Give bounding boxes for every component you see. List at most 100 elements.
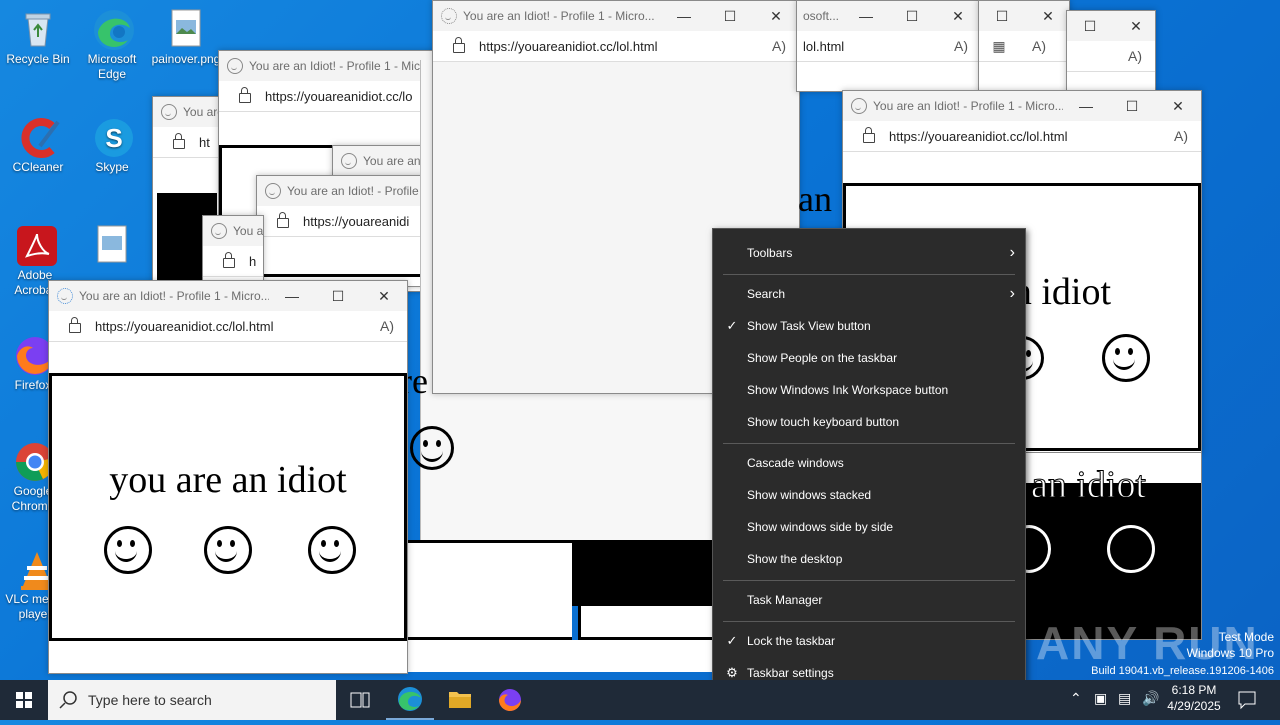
- extensions-icon[interactable]: ▦: [979, 38, 1019, 55]
- network-icon[interactable]: ▤: [1118, 690, 1131, 707]
- read-aloud-icon[interactable]: A): [1115, 48, 1155, 64]
- desktop-icon-label: Microsoft Edge: [87, 52, 137, 81]
- maximize-button[interactable]: ☐: [1067, 18, 1113, 35]
- maximize-button[interactable]: ☐: [889, 8, 935, 25]
- address-bar[interactable]: ▦ A): [979, 31, 1069, 62]
- browser-window-main[interactable]: You are an Idiot! - Profile 1 - Micro...…: [48, 280, 408, 674]
- notification-center-button[interactable]: [1236, 688, 1258, 710]
- menu-item-stacked[interactable]: Show windows stacked: [713, 480, 1025, 510]
- read-aloud-icon[interactable]: A): [941, 38, 981, 54]
- maximize-button[interactable]: ☐: [979, 8, 1025, 25]
- taskbar-firefox[interactable]: [486, 680, 534, 720]
- window-titlebar[interactable]: You are an Idiot! - Profile 1 - Micro...…: [49, 281, 407, 311]
- menu-item-toolbars[interactable]: Toolbars ›: [713, 238, 1025, 268]
- show-hidden-icons-button[interactable]: ⌃: [1070, 690, 1082, 707]
- browser-window-bg-4[interactable]: You are an Idiot! - Profile 1 - Micro...…: [256, 175, 438, 287]
- volume-icon[interactable]: 🔊: [1142, 690, 1159, 707]
- desktop-icon-skype[interactable]: S Skype: [74, 116, 150, 175]
- page-text-fragment: an: [798, 179, 832, 219]
- minimize-button[interactable]: —: [661, 8, 707, 24]
- address-bar[interactable]: lol.html A): [797, 31, 981, 62]
- window-titlebar[interactable]: You are an Id: [333, 146, 433, 176]
- close-button[interactable]: ✕: [1113, 18, 1155, 35]
- recycle-bin-icon: [18, 8, 58, 48]
- browser-window-bg-7[interactable]: ☐ ✕ ▦ A): [978, 0, 1070, 92]
- clock[interactable]: 6:18 PM 4/29/2025: [1164, 683, 1224, 713]
- task-view-icon: [350, 692, 370, 708]
- desktop-icon-recycle-bin[interactable]: Recycle Bin: [0, 8, 76, 67]
- menu-item-search[interactable]: Search ›: [713, 279, 1025, 309]
- maximize-button[interactable]: ☐: [315, 288, 361, 305]
- menu-item-label: Search: [747, 287, 786, 301]
- browser-window-bg-6[interactable]: osoft... — ☐ ✕ lol.html A): [796, 0, 982, 92]
- minimize-button[interactable]: —: [843, 8, 889, 24]
- desktop-icon-painover[interactable]: painover.png: [148, 8, 224, 67]
- start-button[interactable]: [0, 680, 48, 720]
- read-aloud-icon[interactable]: A): [367, 318, 407, 334]
- address-bar[interactable]: https://youareanidi: [257, 206, 437, 237]
- address-bar[interactable]: A): [1067, 41, 1155, 72]
- page-frame-bottom-2: [578, 606, 718, 640]
- read-aloud-icon[interactable]: A): [1019, 38, 1059, 54]
- window-titlebar[interactable]: ☐ ✕: [979, 1, 1069, 31]
- address-bar[interactable]: https://youareanidiot.cc/lol.html A): [843, 121, 1201, 152]
- loading-tab-icon: [57, 288, 73, 304]
- close-button[interactable]: ✕: [1155, 98, 1201, 115]
- window-titlebar[interactable]: You are an Idiot! - Profile 1 - Micro...…: [433, 1, 799, 31]
- smiley-tab-icon: [265, 183, 281, 199]
- desktop-icon-label: CCleaner: [12, 160, 64, 174]
- desktop-icon-ccleaner[interactable]: CCleaner: [0, 116, 76, 175]
- taskbar-search-box[interactable]: Type here to search: [48, 680, 336, 720]
- window-titlebar[interactable]: You a: [203, 216, 263, 246]
- minimize-button[interactable]: —: [1063, 98, 1109, 114]
- menu-item-task-manager[interactable]: Task Manager: [713, 585, 1025, 615]
- notification-icon: [1238, 691, 1256, 710]
- smiley-tab-icon: [211, 223, 227, 239]
- read-aloud-icon[interactable]: A): [1161, 128, 1201, 144]
- address-bar[interactable]: https://youareanidiot.cc/lol.html A): [49, 311, 407, 342]
- ccleaner-icon: [18, 116, 60, 158]
- menu-item-label: Toolbars: [747, 246, 793, 260]
- browser-window-bg-5[interactable]: You a h: [202, 215, 264, 287]
- taskbar: Type here to search ⌃ ▣ ▤ 🔊 6:18 PM 4/29…: [0, 680, 1280, 720]
- menu-item-touch-keyboard[interactable]: Show touch keyboard button: [713, 407, 1025, 437]
- close-button[interactable]: ✕: [935, 8, 981, 25]
- image-file-icon: [92, 224, 132, 264]
- minimize-button[interactable]: —: [269, 288, 315, 304]
- close-button[interactable]: ✕: [361, 288, 407, 305]
- chrome-icon: [13, 440, 55, 481]
- maximize-button[interactable]: ☐: [707, 8, 753, 25]
- menu-item-task-view[interactable]: ✓ Show Task View button: [713, 311, 1025, 341]
- address-bar[interactable]: h: [203, 246, 263, 277]
- window-titlebar[interactable]: osoft... — ☐ ✕: [797, 1, 981, 31]
- address-url: https://youareanidiot.cc/lol.html: [479, 38, 658, 54]
- window-titlebar[interactable]: ☐ ✕: [1067, 11, 1155, 41]
- menu-item-side-by-side[interactable]: Show windows side by side: [713, 512, 1025, 542]
- menu-item-show-desktop[interactable]: Show the desktop: [713, 544, 1025, 574]
- menu-item-cascade[interactable]: Cascade windows: [713, 448, 1025, 478]
- window-title: osoft...: [803, 9, 840, 23]
- taskbar-file-explorer[interactable]: [436, 680, 484, 720]
- menu-item-label: Show Task View button: [747, 319, 871, 333]
- page-headline: you are an idiot: [109, 459, 347, 501]
- desktop-icon-misc[interactable]: [74, 224, 150, 268]
- menu-item-ink-workspace[interactable]: Show Windows Ink Workspace button: [713, 375, 1025, 405]
- window-titlebar[interactable]: You are an Idiot! - Profile 1 - Micro...: [219, 51, 439, 81]
- device-icon[interactable]: ▣: [1094, 690, 1107, 707]
- close-button[interactable]: ✕: [753, 8, 799, 25]
- maximize-button[interactable]: ☐: [1109, 98, 1155, 115]
- window-titlebar[interactable]: You are an Idiot! - Profile 1 - Micro...: [257, 176, 437, 206]
- firefox-icon: [13, 334, 54, 375]
- taskbar-edge[interactable]: [386, 680, 434, 720]
- menu-item-label: Task Manager: [747, 593, 823, 607]
- task-view-button[interactable]: [336, 680, 384, 720]
- menu-item-lock-taskbar[interactable]: ✓ Lock the taskbar: [713, 626, 1025, 656]
- window-titlebar[interactable]: You are an Idiot! - Profile 1 - Micro...…: [843, 91, 1201, 121]
- menu-item-people[interactable]: Show People on the taskbar: [713, 343, 1025, 373]
- close-button[interactable]: ✕: [1025, 8, 1069, 25]
- browser-window-bg-8[interactable]: ☐ ✕ A): [1066, 10, 1156, 92]
- address-bar[interactable]: https://youareanidiot.cc/lo: [219, 81, 439, 112]
- address-bar[interactable]: https://youareanidiot.cc/lol.html A): [433, 31, 799, 62]
- desktop-icon-edge[interactable]: Microsoft Edge: [74, 8, 150, 82]
- read-aloud-icon[interactable]: A): [759, 38, 799, 54]
